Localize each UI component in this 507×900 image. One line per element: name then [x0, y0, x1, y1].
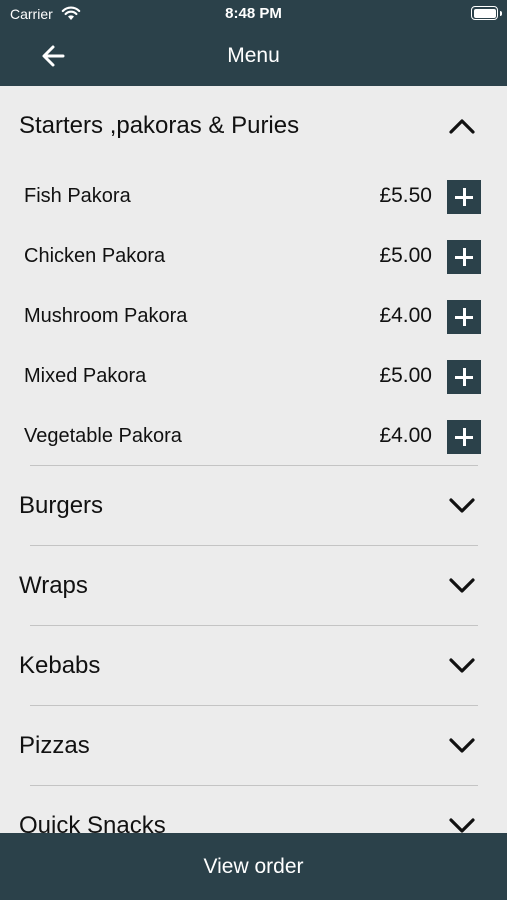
- section-title: Burgers: [19, 492, 104, 519]
- section-header-burgers[interactable]: Burgers: [0, 466, 507, 546]
- chevron-down-icon[interactable]: [448, 654, 476, 678]
- item-name: Mushroom Pakora: [24, 305, 188, 327]
- chevron-down-icon[interactable]: [448, 734, 476, 758]
- view-order-button[interactable]: View order: [0, 833, 507, 900]
- list-item: Vegetable Pakora £4.00: [0, 406, 507, 466]
- section-header-pizzas[interactable]: Pizzas: [0, 706, 507, 786]
- item-price: £5.00: [379, 244, 432, 267]
- list-item: Mushroom Pakora £4.00: [0, 286, 507, 346]
- section-title: Pizzas: [19, 732, 90, 759]
- section-header-starters[interactable]: Starters ,pakoras & Puries: [0, 86, 507, 166]
- list-item: Chicken Pakora £5.00: [0, 226, 507, 286]
- status-time: 8:48 PM: [225, 5, 282, 22]
- add-icon[interactable]: [447, 180, 481, 214]
- item-name: Fish Pakora: [24, 185, 131, 207]
- add-icon[interactable]: [447, 420, 481, 454]
- item-price: £4.00: [379, 304, 432, 327]
- chevron-down-icon[interactable]: [448, 814, 476, 833]
- menu-list[interactable]: Starters ,pakoras & Puries Fish Pakora £…: [0, 86, 507, 833]
- chevron-up-icon[interactable]: [448, 114, 476, 138]
- section-title: Quick Snacks: [19, 812, 166, 833]
- chevron-down-icon[interactable]: [448, 494, 476, 518]
- add-icon[interactable]: [447, 360, 481, 394]
- status-bar: Carrier 8:48 PM: [0, 0, 507, 28]
- section-title: Wraps: [19, 572, 88, 599]
- add-icon[interactable]: [447, 240, 481, 274]
- item-name: Chicken Pakora: [24, 245, 166, 267]
- item-price: £4.00: [379, 424, 432, 447]
- item-price: £5.50: [379, 184, 432, 207]
- chevron-down-icon[interactable]: [448, 574, 476, 598]
- app-header: Carrier 8:48 PM Menu: [0, 0, 507, 86]
- battery-icon: [471, 6, 502, 20]
- page-title: Menu: [227, 44, 280, 67]
- section-header-wraps[interactable]: Wraps: [0, 546, 507, 626]
- item-name: Vegetable Pakora: [24, 425, 182, 447]
- section-title: Starters ,pakoras & Puries: [19, 112, 300, 139]
- item-price: £5.00: [379, 364, 432, 387]
- item-name: Mixed Pakora: [24, 365, 147, 387]
- add-icon[interactable]: [447, 300, 481, 334]
- list-item: Fish Pakora £5.50: [0, 166, 507, 226]
- section-title: Kebabs: [19, 652, 101, 679]
- section-header-quick-snacks[interactable]: Quick Snacks: [0, 786, 507, 833]
- list-item: Mixed Pakora £5.00: [0, 346, 507, 406]
- section-header-kebabs[interactable]: Kebabs: [0, 626, 507, 706]
